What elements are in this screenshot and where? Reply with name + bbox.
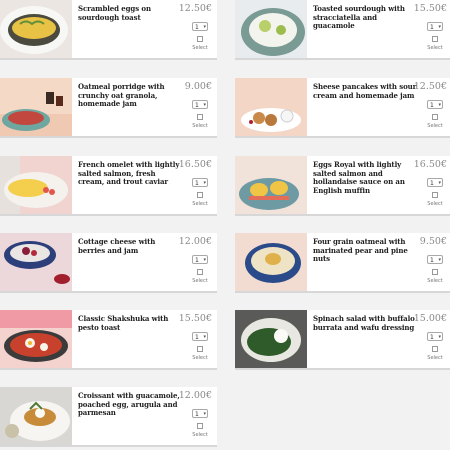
- chevron-down-icon: ▾: [438, 257, 441, 263]
- quantity-select[interactable]: 1 ▾: [192, 255, 208, 264]
- select-checkbox[interactable]: [197, 192, 203, 198]
- item-price: 9.00€: [184, 81, 212, 92]
- item-name: Spinach salad with buffalo burrata and w…: [313, 314, 415, 332]
- chevron-down-icon: ▾: [203, 24, 206, 30]
- select-label: Select: [192, 201, 208, 207]
- item-name: Cottage cheese with berries and jam: [78, 237, 156, 255]
- item-price: 12.00€: [178, 236, 212, 247]
- chevron-down-icon: ▾: [203, 334, 206, 340]
- select-checkbox[interactable]: [197, 423, 203, 429]
- quantity-select[interactable]: 1 ▾: [192, 100, 208, 109]
- select-checkbox[interactable]: [432, 114, 438, 120]
- dish-photo-french-omelet: [0, 156, 72, 214]
- chevron-down-icon: ▾: [438, 180, 441, 186]
- select-label: Select: [427, 123, 443, 129]
- select-checkbox[interactable]: [432, 192, 438, 198]
- menu-item-card: Eggs Royal with lightly salted salmon an…: [235, 156, 450, 216]
- quantity-value: 1: [195, 180, 199, 187]
- quantity-value: 1: [195, 24, 199, 31]
- dish-photo-croissant: [0, 387, 72, 445]
- dish-photo-shakshuka: [0, 310, 72, 368]
- menu-item-card: French omelet with lightly salted salmon…: [0, 156, 217, 216]
- dish-photo-eggs-royal: [235, 156, 307, 214]
- dish-photo-scrambled-eggs: [0, 0, 72, 58]
- quantity-value: 1: [430, 257, 434, 264]
- item-price: 16.50€: [413, 159, 447, 170]
- menu-item-card: Cottage cheese with berries and jam 12.0…: [0, 233, 217, 293]
- dish-photo-sourdough-stracciatella: [235, 0, 307, 58]
- quantity-value: 1: [195, 411, 199, 418]
- item-price: 12.50€: [178, 3, 212, 14]
- select-label: Select: [192, 123, 208, 129]
- quantity-value: 1: [430, 334, 434, 341]
- dish-photo-spinach-salad: [235, 310, 307, 368]
- item-price: 15.00€: [413, 313, 447, 324]
- select-label: Select: [192, 432, 208, 438]
- dish-photo-four-grain-oatmeal: [235, 233, 307, 291]
- quantity-select[interactable]: 1 ▾: [427, 332, 443, 341]
- quantity-select[interactable]: 1 ▾: [192, 22, 208, 31]
- chevron-down-icon: ▾: [438, 24, 441, 30]
- dish-photo-sheese-pancakes: [235, 78, 307, 136]
- item-name: Four grain oatmeal with marinated pear a…: [313, 237, 408, 264]
- item-name: French omelet with lightly salted salmon…: [78, 160, 180, 187]
- item-name: Croissant with guacamole, poached egg, a…: [78, 391, 180, 418]
- quantity-select[interactable]: 1 ▾: [427, 178, 443, 187]
- quantity-select[interactable]: 1 ▾: [427, 255, 443, 264]
- quantity-select[interactable]: 1 ▾: [192, 409, 208, 418]
- quantity-value: 1: [195, 102, 199, 109]
- select-checkbox[interactable]: [432, 346, 438, 352]
- menu-item-card: Oatmeal porridge with crunchy oat granol…: [0, 78, 217, 138]
- menu-item-card: Classic Shakshuka with pesto toast 15.50…: [0, 310, 217, 370]
- select-checkbox[interactable]: [432, 36, 438, 42]
- select-label: Select: [427, 355, 443, 361]
- dish-photo-cottage-cheese: [0, 233, 72, 291]
- chevron-down-icon: ▾: [203, 411, 206, 417]
- item-price: 12.50€: [413, 81, 447, 92]
- quantity-select[interactable]: 1 ▾: [192, 332, 208, 341]
- item-name: Classic Shakshuka with pesto toast: [78, 314, 169, 332]
- quantity-value: 1: [195, 334, 199, 341]
- quantity-value: 1: [430, 102, 434, 109]
- quantity-value: 1: [430, 24, 434, 31]
- menu-item-card: Sheese pancakes with sour cream and home…: [235, 78, 450, 138]
- item-price: 16.50€: [178, 159, 212, 170]
- item-name: Toasted sourdough with stracciatella and…: [313, 4, 405, 31]
- item-price: 15.50€: [413, 3, 447, 14]
- item-price: 9.50€: [419, 236, 447, 247]
- select-checkbox[interactable]: [197, 346, 203, 352]
- chevron-down-icon: ▾: [438, 334, 441, 340]
- select-label: Select: [192, 355, 208, 361]
- menu-item-card: Croissant with guacamole, poached egg, a…: [0, 387, 217, 447]
- item-price: 12.00€: [178, 390, 212, 401]
- select-checkbox[interactable]: [197, 114, 203, 120]
- menu-item-card: Spinach salad with buffalo burrata and w…: [235, 310, 450, 370]
- select-checkbox[interactable]: [197, 36, 203, 42]
- select-checkbox[interactable]: [197, 269, 203, 275]
- select-label: Select: [427, 278, 443, 284]
- item-name: Sheese pancakes with sour cream and home…: [313, 82, 417, 100]
- chevron-down-icon: ▾: [203, 102, 206, 108]
- select-label: Select: [427, 201, 443, 207]
- item-name: Oatmeal porridge with crunchy oat granol…: [78, 82, 165, 109]
- quantity-value: 1: [430, 180, 434, 187]
- menu-item-card: Scrambled eggs on sourdough toast 12.50€…: [0, 0, 217, 60]
- item-name: Scrambled eggs on sourdough toast: [78, 4, 151, 22]
- chevron-down-icon: ▾: [203, 257, 206, 263]
- quantity-select[interactable]: 1 ▾: [192, 178, 208, 187]
- item-price: 15.50€: [178, 313, 212, 324]
- item-name: Eggs Royal with lightly salted salmon an…: [313, 160, 405, 195]
- menu-item-card: Four grain oatmeal with marinated pear a…: [235, 233, 450, 293]
- select-label: Select: [192, 45, 208, 51]
- quantity-value: 1: [195, 257, 199, 264]
- select-checkbox[interactable]: [432, 269, 438, 275]
- chevron-down-icon: ▾: [203, 180, 206, 186]
- chevron-down-icon: ▾: [438, 102, 441, 108]
- menu-item-card: Toasted sourdough with stracciatella and…: [235, 0, 450, 60]
- select-label: Select: [192, 278, 208, 284]
- quantity-select[interactable]: 1 ▾: [427, 22, 443, 31]
- dish-photo-oatmeal-porridge: [0, 78, 72, 136]
- quantity-select[interactable]: 1 ▾: [427, 100, 443, 109]
- select-label: Select: [427, 45, 443, 51]
